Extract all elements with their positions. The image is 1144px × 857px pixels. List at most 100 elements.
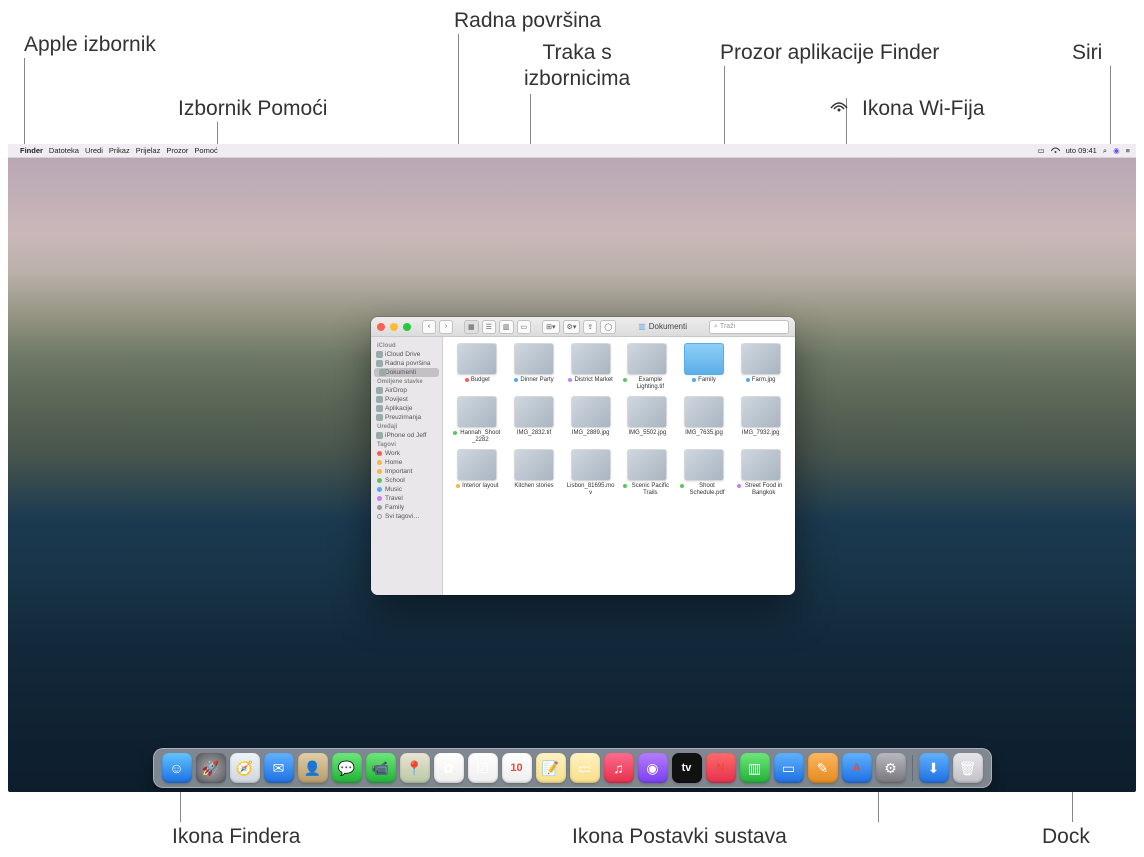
file-item[interactable]: Farm.jpg — [734, 343, 787, 390]
wifi-status-icon[interactable] — [1051, 145, 1060, 156]
sidebar-item[interactable]: Preuzimanja — [371, 413, 442, 422]
callout-finder-icon: Ikona Findera — [172, 824, 300, 850]
file-item[interactable]: IMG_7932.jpg — [734, 396, 787, 443]
sidebar-item[interactable]: School — [371, 476, 442, 485]
minimize-button[interactable] — [390, 323, 398, 331]
sidebar-item[interactable]: Important — [371, 467, 442, 476]
airplay-icon[interactable]: ▭ — [1037, 146, 1044, 155]
dock-keynote-icon[interactable]: ▭ — [774, 753, 804, 783]
finder-content[interactable]: BudgetDinner Party District Market Example… — [443, 337, 795, 595]
file-item[interactable]: Budget — [451, 343, 504, 390]
sidebar-item[interactable]: Aplikacije — [371, 404, 442, 413]
file-item[interactable]: Kitchen stories — [508, 449, 561, 496]
back-button[interactable]: ‹ — [422, 320, 436, 334]
sidebar-item-icon — [376, 405, 383, 412]
dock-appstore-icon[interactable]: A — [842, 753, 872, 783]
spotlight-icon[interactable]: ⌕ — [1103, 146, 1107, 156]
sidebar-item[interactable]: Svi tagovi… — [371, 512, 442, 521]
close-button[interactable] — [377, 323, 385, 331]
file-item[interactable]: Interior layout — [451, 449, 504, 496]
file-item[interactable]: Street Food in Bangkok — [734, 449, 787, 496]
finder-titlebar[interactable]: ‹ › ▦ ☰ ▥ ▭ ⊞▾ ⚙▾ ⇪ ◯ ▥Dokumenti ⌕ Traži — [371, 317, 795, 337]
dock-mail-icon[interactable]: ✉ — [264, 753, 294, 783]
file-item[interactable]: IMG_7635.jpg — [678, 396, 731, 443]
file-item[interactable]: IMG_2832.tif — [508, 396, 561, 443]
dock-calendar-icon[interactable]: 10 — [502, 753, 532, 783]
file-thumbnail — [684, 449, 724, 481]
menu-finder[interactable]: Finder — [20, 146, 43, 155]
dock-podcasts-icon[interactable]: ◉ — [638, 753, 668, 783]
menu-view[interactable]: Prikaz — [109, 146, 130, 155]
menu-edit[interactable]: Uredi — [85, 146, 103, 155]
sidebar-item[interactable]: iPhone od Jeff — [371, 431, 442, 440]
file-item[interactable]: IMG_5502.jpg — [621, 396, 674, 443]
menu-go[interactable]: Prijelaz — [136, 146, 161, 155]
file-item[interactable]: Example Lighting.tif — [621, 343, 674, 390]
desktop[interactable]: Finder Datoteka Uredi Prikaz Prijelaz Pr… — [8, 144, 1136, 792]
search-field[interactable]: ⌕ Traži — [709, 320, 789, 334]
dock-tv-icon[interactable]: tv — [672, 753, 702, 783]
dock-launchpad-icon[interactable]: 🚀 — [196, 753, 226, 783]
file-item[interactable]: IMG_2889.jpg — [564, 396, 617, 443]
view-gallery-button[interactable]: ▭ — [517, 320, 532, 334]
zoom-button[interactable] — [403, 323, 411, 331]
tags-button[interactable]: ◯ — [600, 320, 616, 334]
file-item[interactable]: District Market — [564, 343, 617, 390]
group-button[interactable]: ⊞▾ — [542, 320, 559, 334]
sidebar-item-label: Svi tagovi… — [385, 513, 420, 520]
file-item[interactable]: Lisbon_81695.mov — [564, 449, 617, 496]
sidebar-item[interactable]: Work — [371, 449, 442, 458]
dock-trash-icon[interactable]: 🗑 — [953, 753, 983, 783]
sidebar-item[interactable]: Povijest — [371, 395, 442, 404]
file-item[interactable]: Family — [678, 343, 731, 390]
sidebar-item[interactable]: Home — [371, 458, 442, 467]
file-label: District Market — [568, 377, 612, 384]
sidebar-item[interactable]: Family — [371, 503, 442, 512]
file-label: Street Food in Bangkok — [737, 483, 785, 496]
sidebar-item[interactable]: Dokumenti — [374, 368, 439, 377]
dock-notes-icon[interactable]: 📝 — [536, 753, 566, 783]
file-item[interactable]: Shoot Schedule.pdf — [678, 449, 731, 496]
dock-maps-icon[interactable]: 📍 — [400, 753, 430, 783]
dock-finder-icon[interactable]: ☺ — [162, 753, 192, 783]
view-list-button[interactable]: ☰ — [482, 320, 496, 334]
menu-help[interactable]: Pomoć — [194, 146, 217, 155]
menu-file[interactable]: Datoteka — [49, 146, 79, 155]
share-button[interactable]: ⇪ — [583, 320, 597, 334]
forward-button[interactable]: › — [439, 320, 453, 334]
sidebar-item[interactable]: AirDrop — [371, 386, 442, 395]
dock-news-icon[interactable]: N — [706, 753, 736, 783]
sidebar-item-label: Home — [385, 459, 402, 466]
dock-safari-icon[interactable]: 🧭 — [230, 753, 260, 783]
file-item[interactable]: Hannah_Shoot_2282 — [451, 396, 504, 443]
view-icon-button[interactable]: ▦ — [464, 320, 479, 334]
dock-numbers-icon[interactable]: ▥ — [740, 753, 770, 783]
dock-downloads-icon[interactable]: ⬇ — [919, 753, 949, 783]
sidebar-item[interactable]: Radna površina — [371, 359, 442, 368]
dock-facetime-icon[interactable]: 📹 — [366, 753, 396, 783]
dock-stickies-icon[interactable]: ▭ — [570, 753, 600, 783]
sidebar-item[interactable]: Music — [371, 485, 442, 494]
view-column-button[interactable]: ▥ — [499, 320, 514, 334]
dock-photos-icon[interactable]: ✿ — [434, 753, 464, 783]
dock-system-preferences-icon[interactable]: ⚙ — [876, 753, 906, 783]
siri-icon[interactable]: ◉ — [1113, 146, 1120, 155]
clock[interactable]: uto 09:41 — [1066, 146, 1097, 155]
dock-contacts-icon[interactable]: 👤 — [298, 753, 328, 783]
dock-pages-icon[interactable]: ✎ — [808, 753, 838, 783]
notification-center-icon[interactable]: ≡ — [1126, 146, 1130, 155]
sidebar-item-label: AirDrop — [385, 387, 407, 394]
tag-dot-icon — [377, 505, 382, 510]
file-thumbnail — [627, 396, 667, 428]
file-item[interactable]: Scenic Pacific Trails — [621, 449, 674, 496]
dock-reminders-icon[interactable]: ☑ — [468, 753, 498, 783]
tag-dot-icon — [465, 378, 469, 382]
action-button[interactable]: ⚙▾ — [563, 320, 581, 334]
sidebar-item[interactable]: Travel — [371, 494, 442, 503]
dock-music-icon[interactable]: ♫ — [604, 753, 634, 783]
menu-window[interactable]: Prozor — [166, 146, 188, 155]
file-item[interactable]: Dinner Party — [508, 343, 561, 390]
dock-messages-icon[interactable]: 💬 — [332, 753, 362, 783]
sidebar-item[interactable]: iCloud Drive — [371, 350, 442, 359]
file-thumbnail — [514, 396, 554, 428]
